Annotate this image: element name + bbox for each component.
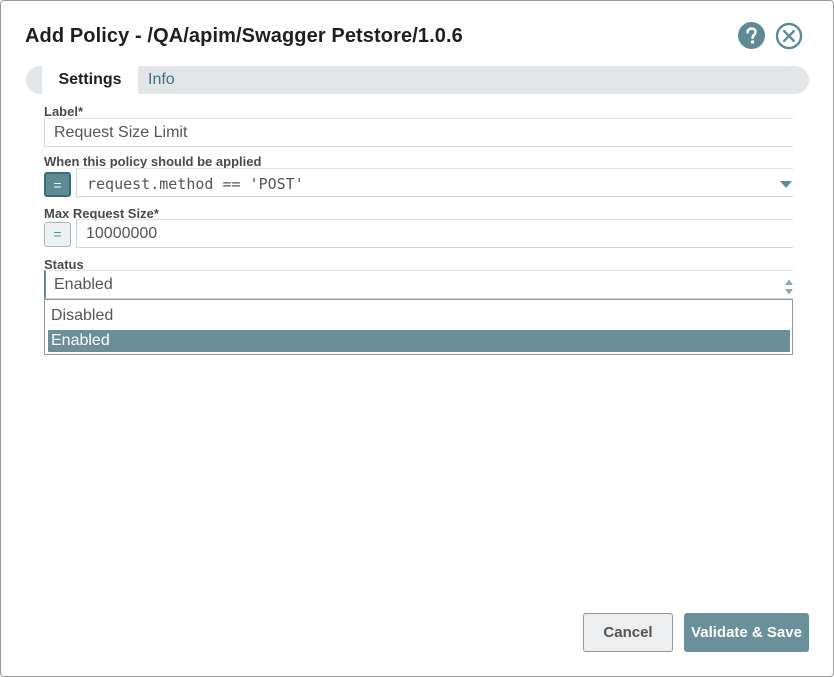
max-size-expression-toggle[interactable]: = <box>44 222 71 247</box>
status-select-value: Enabled <box>54 276 113 293</box>
cancel-button[interactable]: Cancel <box>583 613 673 652</box>
condition-input-value: request.method == 'POST' <box>87 175 304 193</box>
validate-save-button[interactable]: Validate & Save <box>684 613 809 652</box>
tab-bar: Settings Info <box>26 66 809 94</box>
status-options-list: Disabled Enabled <box>44 299 793 355</box>
tab-settings[interactable]: Settings <box>42 66 138 94</box>
max-size-input[interactable]: 10000000 <box>76 219 793 248</box>
status-option-enabled[interactable]: Enabled <box>48 330 790 352</box>
help-icon[interactable] <box>738 22 765 49</box>
condition-expression-toggle[interactable]: = <box>44 172 71 197</box>
label-input-value: Request Size Limit <box>54 124 188 141</box>
select-spinner-icon[interactable] <box>784 278 794 296</box>
status-option-disabled[interactable]: Disabled <box>48 305 790 327</box>
label-field-label: Label* <box>44 104 84 119</box>
dialog-title: Add Policy - /QA/apim/Swagger Petstore/1… <box>25 25 463 47</box>
add-policy-dialog: Add Policy - /QA/apim/Swagger Petstore/1… <box>0 0 834 677</box>
status-select[interactable]: Enabled <box>44 270 793 299</box>
close-icon[interactable] <box>775 22 803 50</box>
condition-field-label: When this policy should be applied <box>44 154 262 169</box>
condition-input[interactable]: request.method == 'POST' <box>76 168 793 197</box>
tab-info[interactable]: Info <box>148 66 228 94</box>
condition-dropdown-arrow-icon[interactable] <box>780 181 792 188</box>
label-input[interactable]: Request Size Limit <box>44 118 793 147</box>
max-size-input-value: 10000000 <box>86 225 158 242</box>
